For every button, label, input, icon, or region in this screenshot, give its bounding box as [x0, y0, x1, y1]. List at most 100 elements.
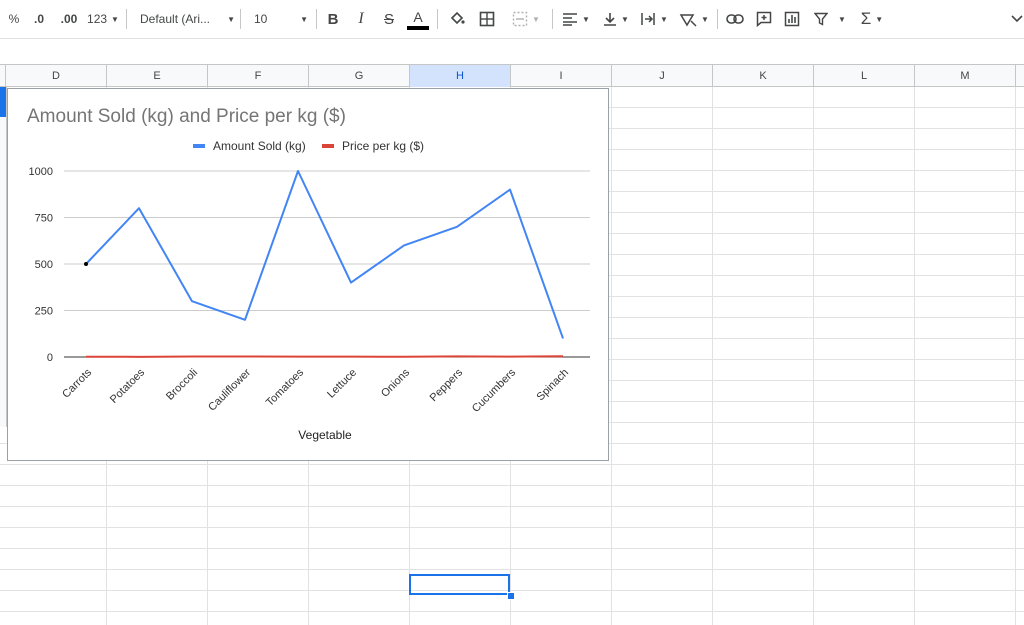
italic-button[interactable]: I — [352, 0, 370, 38]
font-family-select[interactable]: Default (Ari... ▼ — [140, 0, 235, 38]
column-header-k[interactable]: K — [713, 65, 814, 87]
font-size-select[interactable]: 10 ▼ — [254, 0, 308, 38]
grid-line — [1015, 87, 1016, 625]
paint-bucket-icon — [450, 11, 465, 25]
selected-data-point — [84, 262, 88, 266]
series-line-amount-sold — [85, 170, 564, 339]
fill-color-button[interactable] — [446, 0, 468, 38]
comment-add-icon — [756, 11, 772, 27]
y-tick-label: 500 — [35, 259, 53, 271]
column-header-g[interactable]: G — [309, 65, 410, 87]
toolbar-divider — [717, 9, 718, 29]
font-size-value: 10 — [254, 12, 268, 26]
row-header-strip[interactable] — [0, 87, 7, 427]
borders-icon — [479, 11, 495, 27]
toolbar-divider — [552, 9, 553, 29]
create-filter-button[interactable]: ▼ — [810, 0, 850, 38]
text-color-label: A — [413, 8, 423, 25]
merge-cells-button[interactable]: ▼ — [506, 0, 546, 38]
column-header-h[interactable]: H — [410, 65, 511, 87]
more-formats-label: 123 — [87, 12, 108, 26]
strikethrough-button[interactable]: S — [380, 0, 398, 38]
chevron-down-icon: ▼ — [660, 14, 668, 24]
text-color-swatch — [407, 25, 429, 30]
chevron-down-icon: ▼ — [300, 14, 308, 24]
filter-icon — [814, 12, 829, 26]
y-tick-label: 0 — [47, 352, 53, 364]
x-tick-label: Tomatoes — [264, 366, 307, 409]
grid-line — [914, 87, 915, 625]
column-header-j[interactable]: J — [612, 65, 713, 87]
toolbar-divider — [316, 9, 317, 29]
column-header-i[interactable]: I — [511, 65, 612, 87]
x-tick-label: Lettuce — [325, 367, 359, 401]
text-rotation-button[interactable]: ▼ — [676, 0, 712, 38]
x-tick-label: Carrots — [60, 366, 94, 400]
x-tick-label: Cucumbers — [470, 366, 519, 415]
vertical-align-button[interactable]: ▼ — [600, 0, 632, 38]
functions-button[interactable]: Σ ▼ — [856, 0, 888, 38]
column-header-l[interactable]: L — [814, 65, 915, 87]
legend-swatch — [193, 144, 205, 148]
percent-label: % — [8, 12, 20, 26]
x-tick-label: Broccoli — [164, 367, 200, 403]
chevron-down-icon: ▼ — [621, 14, 629, 24]
y-tick-label: 1000 — [29, 166, 53, 178]
chevron-down-icon: ▼ — [532, 14, 540, 24]
insert-link-button[interactable] — [724, 0, 746, 38]
selected-cell[interactable] — [409, 574, 510, 595]
grid-line — [813, 87, 814, 625]
more-formats-button[interactable]: 123 ▼ — [86, 0, 120, 38]
fill-handle[interactable] — [507, 592, 515, 600]
x-tick-label: Spinach — [535, 367, 572, 404]
chevron-down-icon: ▼ — [582, 14, 590, 24]
column-header-d[interactable]: D — [6, 65, 107, 87]
chart[interactable]: Amount Sold (kg) and Price per kg ($) Am… — [7, 88, 609, 461]
align-left-icon — [563, 13, 578, 26]
chevron-down-icon: ▼ — [838, 14, 846, 24]
toolbar-divider — [437, 9, 438, 29]
increase-decimal-button[interactable]: .00 — [56, 0, 82, 38]
chart-icon — [784, 11, 800, 27]
italic-label: I — [358, 10, 364, 27]
borders-button[interactable] — [476, 0, 498, 38]
y-tick-label: 250 — [35, 306, 53, 318]
column-header-m[interactable]: M — [915, 65, 1016, 87]
toolbar-divider — [126, 9, 127, 29]
collapse-toolbar-button[interactable] — [1010, 0, 1024, 38]
decrease-decimal-button[interactable]: .0 — [28, 0, 50, 38]
formula-bar[interactable] — [0, 38, 1024, 65]
chevron-down-icon: ▼ — [111, 14, 119, 24]
chevron-down-icon: ▼ — [227, 14, 235, 24]
horizontal-align-button[interactable]: ▼ — [560, 0, 592, 38]
bold-label: B — [327, 10, 339, 28]
x-tick-label: Potatoes — [108, 366, 148, 406]
legend-label: Price per kg ($) — [342, 139, 424, 153]
chevron-down-icon — [1011, 15, 1023, 23]
text-wrapping-button[interactable]: ▼ — [638, 0, 670, 38]
format-percent-button[interactable]: % — [5, 0, 23, 38]
column-headers: D E F G H I J K L M — [0, 64, 1024, 87]
insert-comment-button[interactable] — [753, 0, 775, 38]
column-header-e[interactable]: E — [107, 65, 208, 87]
text-rotation-icon — [679, 14, 697, 27]
increase-decimal-label: .00 — [60, 12, 78, 26]
merge-cells-icon — [512, 11, 528, 27]
toolbar-divider — [240, 9, 241, 29]
decrease-decimal-label: .0 — [33, 12, 44, 26]
chevron-down-icon: ▼ — [875, 14, 884, 24]
bold-button[interactable]: B — [324, 0, 342, 38]
x-axis-title: Vegetable — [298, 428, 352, 442]
chart-plot: Amount Sold (kg) Price per kg ($) 0 250 500 7… — [29, 139, 590, 442]
toolbar: % .0 .00 123 ▼ Default (Ari... ▼ 10 ▼ B I S… — [0, 0, 1024, 38]
sigma-icon: Σ — [860, 9, 872, 28]
legend-label: Amount Sold (kg) — [213, 139, 306, 153]
y-tick-label: 750 — [35, 213, 53, 225]
text-color-button[interactable]: A — [406, 0, 430, 38]
x-tick-label: Peppers — [428, 366, 466, 404]
grid-line — [611, 87, 612, 625]
series-line-price-per-kg — [85, 355, 564, 358]
strikethrough-label: S — [383, 10, 394, 28]
column-header-f[interactable]: F — [208, 65, 309, 87]
insert-chart-button[interactable] — [781, 0, 803, 38]
